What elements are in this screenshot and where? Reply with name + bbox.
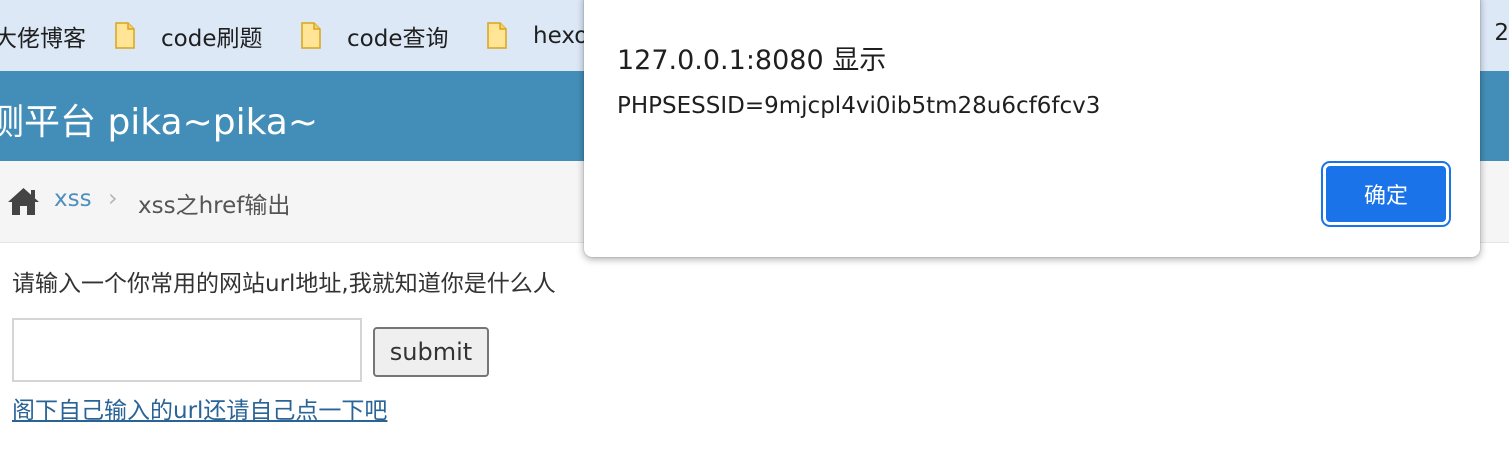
breadcrumb-current: xss之href输出 <box>138 193 291 219</box>
bookmark-item-code-lookup[interactable]: code查询 <box>301 0 448 71</box>
breadcrumb-link-xss[interactable]: xss <box>54 186 92 212</box>
submit-button[interactable]: submit <box>373 327 489 377</box>
chevron-right-icon: › <box>108 184 118 212</box>
bookmark-item-blog[interactable]: 大佬博客 <box>0 0 86 71</box>
bookmark-label: 大佬博客 <box>0 25 86 52</box>
dialog-ok-button[interactable]: 确定 <box>1323 163 1449 225</box>
page-title: 测平台 pika~pika~ <box>0 102 319 143</box>
bookmark-label: code刷题 <box>161 25 263 52</box>
alert-dialog: 127.0.0.1:8080 显示 PHPSESSID=9mjcpl4vi0ib… <box>584 0 1480 257</box>
dialog-title: 127.0.0.1:8080 显示 <box>617 45 887 76</box>
home-icon[interactable] <box>7 186 40 216</box>
result-url-link[interactable]: 阁下自己输入的url还请自己点一下吧 <box>12 391 387 425</box>
bookmarks-overflow[interactable]: 2 <box>1494 20 1509 46</box>
dialog-message: PHPSESSID=9mjcpl4vi0ib5tm28u6cf6fcv3 <box>617 93 1101 119</box>
folder-icon <box>115 22 135 49</box>
bookmark-label: hexo <box>533 22 589 49</box>
bookmark-item-hexo[interactable]: hexo <box>487 0 588 71</box>
folder-icon <box>487 22 507 49</box>
bookmark-item-code-practice[interactable]: code刷题 <box>115 0 262 71</box>
url-input[interactable] <box>12 318 362 382</box>
url-prompt-text: 请输入一个你常用的网站url地址,我就知道你是什么人 <box>12 271 556 297</box>
bookmark-label: code查询 <box>347 25 449 52</box>
folder-icon <box>301 22 321 49</box>
